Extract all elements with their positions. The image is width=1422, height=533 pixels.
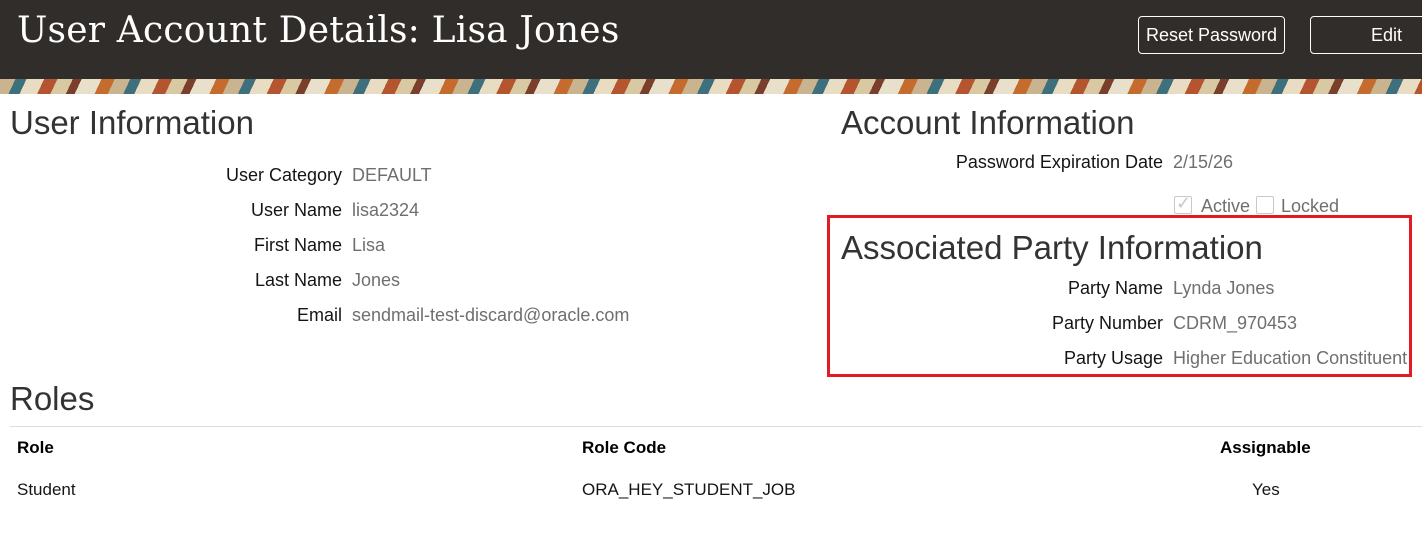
user-name-label: User Name	[250, 200, 342, 220]
user-category-label: User Category	[225, 165, 342, 185]
first-name-label: First Name	[253, 235, 342, 255]
roles-title: Roles	[10, 380, 95, 417]
party-number-label: Party Number	[1051, 313, 1163, 333]
email-value: sendmail-test-discard@oracle.com	[352, 305, 630, 325]
locked-checkbox[interactable]	[1256, 196, 1274, 214]
assignable-column-header[interactable]: Assignable	[1220, 438, 1311, 458]
reset-password-button[interactable]: Reset Password	[1138, 16, 1285, 54]
role-column-header[interactable]: Role	[17, 438, 54, 458]
role-code-column-header[interactable]: Role Code	[582, 438, 666, 458]
role-code-cell: ORA_HEY_STUDENT_JOB	[582, 480, 796, 499]
party-number-value: CDRM_970453	[1173, 313, 1298, 333]
account-information-title: Account Information	[841, 104, 1135, 141]
user-name-value: lisa2324	[352, 200, 420, 220]
party-name-label: Party Name	[1067, 278, 1163, 298]
first-name-value: Lisa	[352, 235, 386, 255]
user-category-value: DEFAULT	[352, 165, 432, 185]
user-information-title: User Information	[10, 104, 254, 141]
page-title: User Account Details: Lisa Jones	[17, 10, 620, 51]
checkmark-icon: ✓	[1176, 193, 1192, 213]
edit-button[interactable]: Edit	[1310, 16, 1422, 54]
party-name-value: Lynda Jones	[1173, 278, 1275, 298]
last-name-value: Jones	[352, 270, 401, 290]
last-name-label: Last Name	[254, 270, 342, 290]
associated-party-title: Associated Party Information	[841, 229, 1263, 266]
role-cell: Student	[17, 480, 76, 499]
email-label: Email	[296, 305, 342, 325]
page-header: User Account Details: Lisa Jones Reset P…	[0, 0, 1422, 79]
password-expiration-value: 2/15/26	[1173, 152, 1234, 172]
party-usage-label: Party Usage	[1063, 348, 1163, 368]
active-checkbox[interactable]: ✓	[1174, 193, 1192, 214]
active-label: Active	[1201, 196, 1251, 216]
assignable-cell: Yes	[1252, 480, 1280, 499]
decorative-banner	[0, 79, 1422, 94]
roles-divider	[10, 426, 1422, 427]
password-expiration-label: Password Expiration Date	[955, 152, 1163, 172]
party-usage-value: Higher Education Constituent	[1173, 348, 1408, 368]
locked-label: Locked	[1281, 196, 1340, 216]
